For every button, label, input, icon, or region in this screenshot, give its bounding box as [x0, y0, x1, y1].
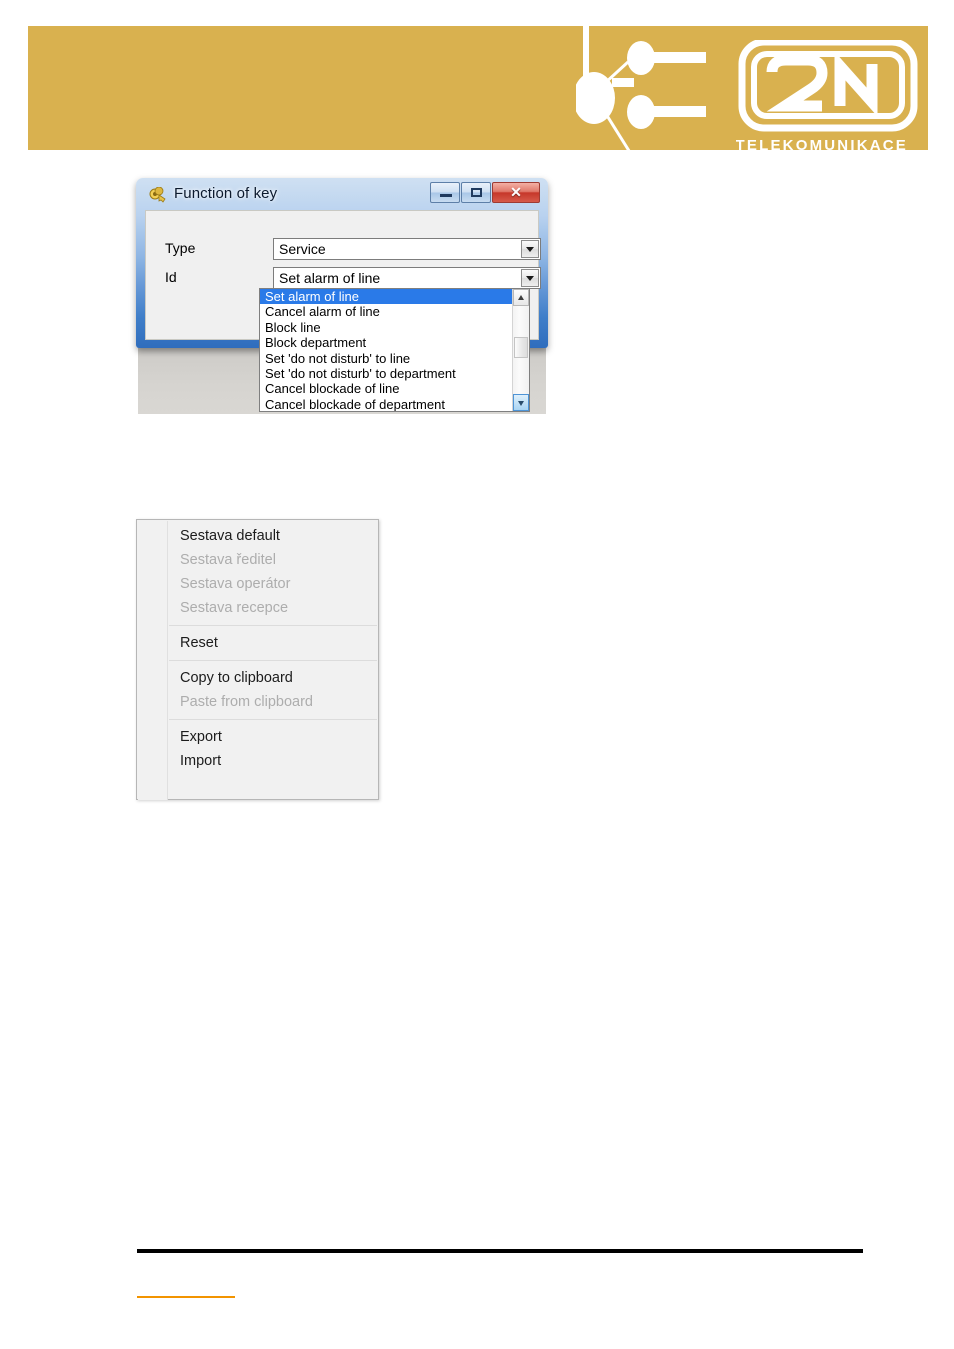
context-menu-items: Sestava default Sestava ředitel Sestava … [138, 524, 377, 773]
footer-rule [137, 1249, 863, 1253]
window-controls: ✕ [429, 182, 540, 204]
id-combobox[interactable]: Set alarm of line [273, 267, 541, 289]
menu-item-paste-from-clipboard: Paste from clipboard [180, 694, 313, 710]
dropdown-option[interactable]: Cancel blockade of line [260, 381, 513, 396]
id-dropdown-list[interactable]: Set alarm of line Cancel alarm of line B… [259, 288, 530, 412]
minimize-icon [440, 194, 452, 197]
minimize-button[interactable] [430, 182, 460, 203]
menu-item-sestava-default[interactable]: Sestava default [138, 524, 377, 548]
menu-item-sestava-operator: Sestava operátor [180, 576, 291, 592]
dialog-title: Function of key [174, 185, 278, 202]
restore-button[interactable] [461, 182, 491, 203]
dropdown-option[interactable]: Set alarm of line [260, 289, 513, 305]
scroll-down-icon[interactable] [513, 394, 529, 411]
dropdown-option[interactable]: Set 'do not disturb' to department [260, 366, 513, 381]
footer-link-underline [137, 1296, 235, 1298]
menu-item-copy-to-clipboard[interactable]: Copy to clipboard [138, 666, 377, 690]
brand-logo-2n: TELEKOMUNIKACE [736, 40, 918, 154]
chevron-down-icon[interactable] [521, 269, 539, 287]
dropdown-option[interactable]: Set 'do not disturb' to line [260, 351, 513, 366]
type-combobox-value: Service [279, 241, 326, 257]
dropdown-scrollbar[interactable] [512, 289, 529, 411]
menu-item-export[interactable]: Export [138, 725, 377, 749]
svg-text:TELEKOMUNIKACE: TELEKOMUNIKACE [736, 137, 908, 154]
menu-item-import[interactable]: Import [138, 749, 377, 773]
chevron-down-icon[interactable] [521, 240, 539, 258]
context-menu: Sestava default Sestava ředitel Sestava … [136, 519, 379, 800]
network-nodes-icon [576, 41, 706, 155]
type-label: Type [165, 240, 196, 256]
menu-item-sestava-recepce: Sestava recepce [180, 600, 289, 616]
menu-separator [169, 625, 377, 626]
dropdown-option[interactable]: Cancel blockade of department [260, 397, 513, 411]
restore-icon [471, 188, 482, 197]
menu-separator [169, 719, 377, 720]
menu-item-sestava-reditel: Sestava ředitel [180, 552, 276, 568]
close-button[interactable]: ✕ [492, 182, 540, 203]
scroll-up-icon[interactable] [513, 289, 529, 306]
scrollbar-thumb[interactable] [514, 337, 528, 358]
menu-item-reset[interactable]: Reset [138, 631, 377, 655]
keys-icon [149, 187, 166, 203]
type-combobox[interactable]: Service [273, 238, 541, 260]
page-header-band: TELEKOMUNIKACE [28, 26, 928, 155]
id-label: Id [165, 269, 177, 285]
menu-separator [169, 660, 377, 661]
close-icon: ✕ [510, 184, 522, 200]
dropdown-options: Set alarm of line Cancel alarm of line B… [260, 289, 513, 411]
dropdown-option[interactable]: Cancel alarm of line [260, 304, 513, 319]
id-combobox-value: Set alarm of line [279, 270, 381, 286]
dropdown-option[interactable]: Block line [260, 320, 513, 335]
dialog-titlebar[interactable]: Function of key ✕ [141, 181, 543, 209]
dropdown-option[interactable]: Block department [260, 335, 513, 350]
